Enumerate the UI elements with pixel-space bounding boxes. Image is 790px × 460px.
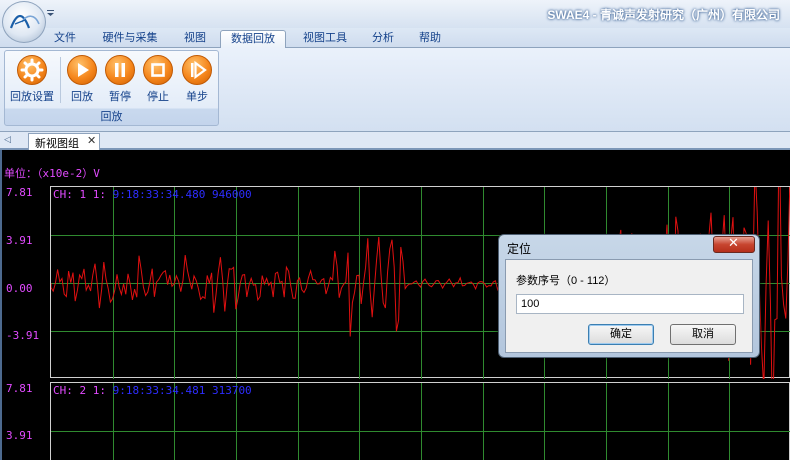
y-tick-label: 7.81 (6, 382, 33, 395)
ribbon-tab-bar: 文件 硬件与采集 视图 数据回放 视图工具 分析 帮助 (0, 28, 790, 49)
app-menu-logo-icon[interactable] (2, 1, 46, 43)
channel-2-id: CH: 2 1: (53, 384, 106, 397)
group-label: 回放 (100, 111, 123, 123)
step-icon (182, 55, 212, 85)
channel-1-id: CH: 1 1: (53, 188, 106, 201)
channel-2-timestamp: 9:18:33:34.481 313700 (112, 384, 252, 397)
channel-2-header: CH: 2 1: 9:18:33:34.481 313700 (53, 384, 252, 397)
y-tick-label: 0.00 (6, 282, 33, 295)
document-tab-strip: ◁ 新视图组 ✕ (0, 132, 790, 150)
stop-button[interactable]: 停止 (141, 55, 175, 103)
stop-label: 停止 (147, 91, 169, 103)
channel-1-header: CH: 1 1: 9:18:33:34.480 946000 (53, 188, 252, 201)
y-tick-label: 3.91 (6, 429, 33, 442)
y-tick-label: 7.81 (6, 186, 33, 199)
document-tab-label: 新视图组 (35, 138, 79, 150)
channel-1-timestamp: 9:18:33:34.480 946000 (112, 188, 252, 201)
quick-access-dropdown-icon[interactable] (46, 8, 56, 18)
single-step-label: 单步 (186, 91, 208, 103)
close-icon: ✕ (728, 236, 739, 251)
tab-scroll-left-icon[interactable]: ◁ (4, 135, 11, 145)
y-tick-label: -3.91 (6, 329, 40, 342)
ribbon-separator (60, 57, 61, 103)
playback-settings-label: 回放设置 (10, 91, 54, 103)
pause-button[interactable]: 暂停 (103, 55, 137, 103)
tab-data-playback[interactable]: 数据回放 (220, 30, 286, 49)
single-step-button[interactable]: 单步 (179, 55, 215, 103)
play-label: 回放 (71, 91, 93, 103)
pause-label: 暂停 (109, 91, 131, 103)
tab-help[interactable]: 帮助 (410, 30, 450, 48)
cancel-button[interactable]: 取消 (670, 324, 736, 345)
tab-analysis[interactable]: 分析 (364, 30, 402, 48)
play-button[interactable]: 回放 (65, 55, 99, 103)
y-tick-label: 3.91 (6, 234, 33, 247)
title-bar: SWAE4 - 青诚声发射研究（广州）有限公司 (0, 0, 790, 28)
tab-view[interactable]: 视图 (176, 30, 214, 48)
stop-icon (143, 55, 173, 85)
play-icon (67, 55, 97, 85)
dialog-title: 定位 (507, 242, 532, 256)
gear-icon (17, 55, 47, 85)
tab-file[interactable]: 文件 (46, 30, 84, 48)
pause-icon (105, 55, 135, 85)
close-tab-icon[interactable]: ✕ (87, 134, 96, 147)
document-tab[interactable]: 新视图组 ✕ (28, 133, 100, 150)
channel-2-waveform-panel[interactable]: CH: 2 1: 9:18:33:34.481 313700 (50, 382, 790, 460)
parameter-index-label: 参数序号（0 - 112） (516, 275, 616, 287)
playback-settings-button[interactable]: 回放设置 (7, 55, 57, 103)
tab-view-tools[interactable]: 视图工具 (294, 30, 356, 48)
unit-label: 单位：（x10e-2）V (4, 167, 100, 180)
playback-group: 回放设置 回放 暂停 停止 单步 回放 (4, 50, 219, 126)
parameter-index-input[interactable] (516, 294, 744, 314)
dialog-close-button[interactable]: ✕ (713, 236, 755, 253)
app-title: SWAE4 - 青诚声发射研究（广州）有限公司 (547, 8, 780, 22)
dialog-body: 参数序号（0 - 112） 确定 取消 (505, 259, 753, 353)
locate-dialog: 定位 ✕ 参数序号（0 - 112） 确定 取消 (498, 234, 760, 358)
ok-button[interactable]: 确定 (588, 324, 654, 345)
tab-hardware-acquisition[interactable]: 硬件与采集 (92, 30, 168, 48)
ribbon-panel: 回放设置 回放 暂停 停止 单步 回放 (0, 48, 790, 132)
